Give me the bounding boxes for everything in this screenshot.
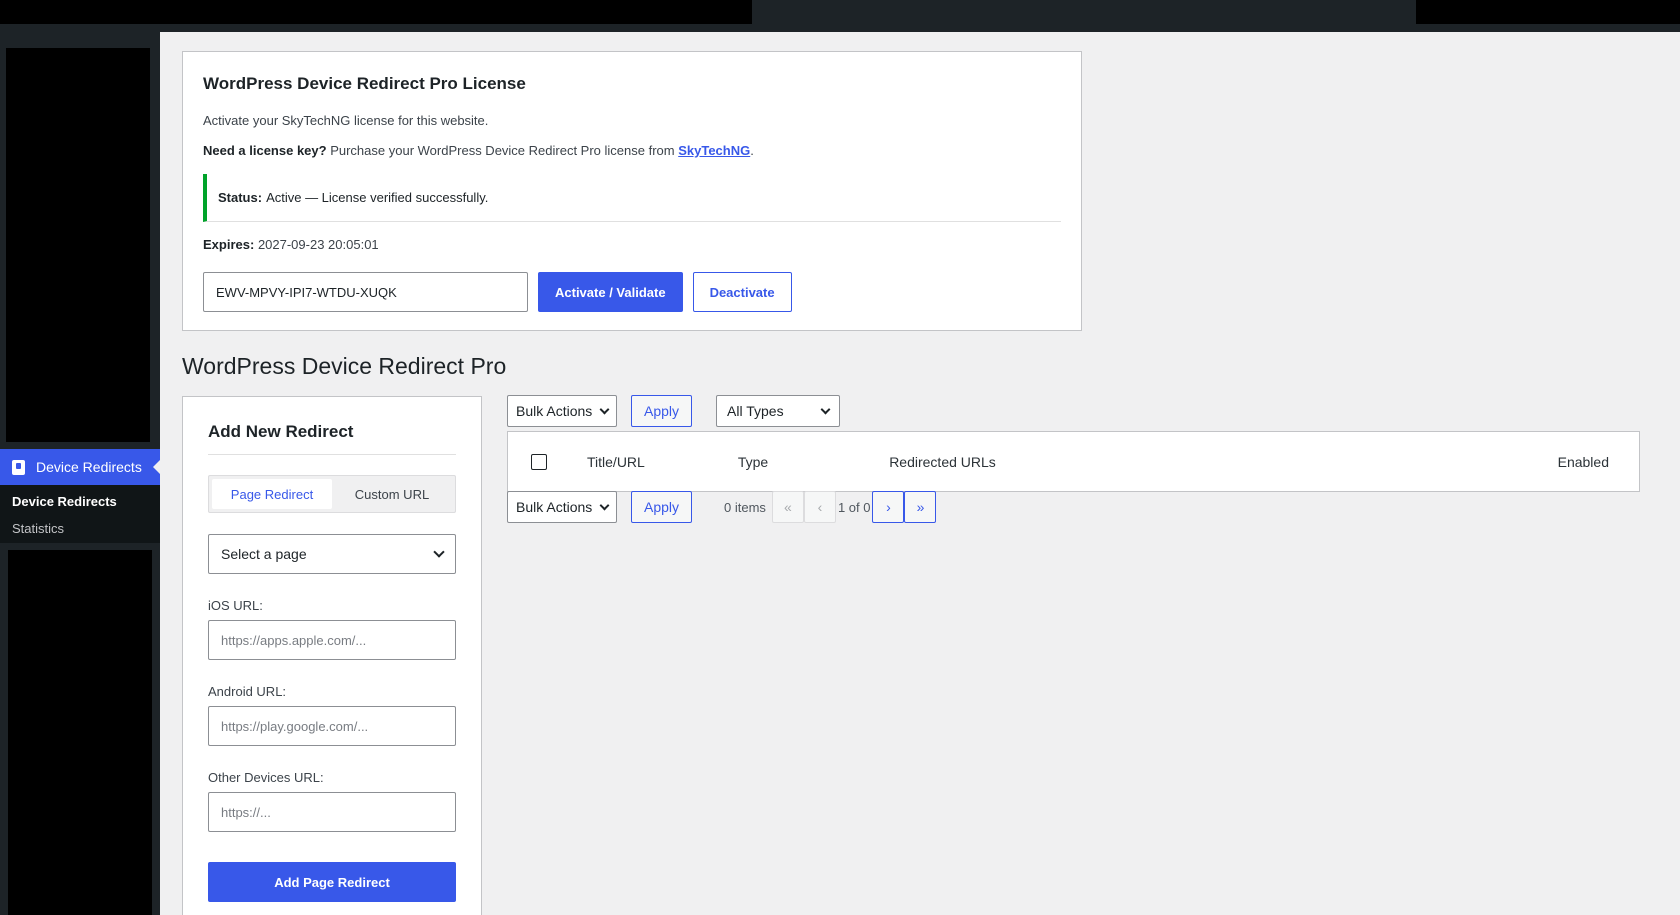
items-count: 0 items — [724, 499, 766, 515]
other-url-label: Other Devices URL: — [208, 770, 324, 785]
sidebar-item-device-redirects[interactable]: Device Redirects — [0, 449, 161, 485]
period: . — [750, 143, 754, 158]
license-intro: Activate your SkyTechNG license for this… — [203, 113, 489, 128]
android-url-label: Android URL: — [208, 684, 287, 699]
select-all-checkbox[interactable] — [531, 453, 547, 470]
prev-page-button: ‹ — [803, 491, 836, 523]
skytechng-link[interactable]: SkyTechNG — [678, 143, 750, 158]
sidebar-submenu: Device Redirects Statistics — [0, 485, 160, 543]
phone-icon — [12, 459, 25, 475]
column-title-url[interactable]: Title/URL — [587, 454, 645, 470]
license-title: WordPress Device Redirect Pro License — [203, 74, 526, 93]
expires-label: Expires: — [203, 237, 255, 252]
chevron-down-icon — [599, 500, 610, 510]
license-purchase-text: Need a license key? Purchase your WordPr… — [203, 143, 1061, 158]
bulk-actions-value: Bulk Actions — [516, 499, 593, 515]
redirects-table-header: Title/URL Type Redirected URLs Enabled — [507, 431, 1640, 492]
admin-bar-redacted-left — [0, 0, 752, 24]
bulk-actions-select-bottom[interactable]: Bulk Actions — [507, 491, 617, 523]
admin-bar-redacted-right — [1416, 0, 1680, 24]
tab-page-redirect[interactable]: Page Redirect — [212, 479, 332, 509]
ios-url-label: iOS URL: — [208, 598, 263, 613]
page-info: 1 of 0 — [837, 499, 871, 515]
page-select-value: Select a page — [221, 546, 307, 562]
type-filter-select[interactable]: All Types — [716, 395, 841, 427]
tablenav-bottom: Bulk Actions Apply 0 items « ‹ 1 of 0 › … — [507, 491, 937, 523]
submenu-item-device-redirects[interactable]: Device Redirects — [0, 488, 160, 515]
ios-url-input[interactable]: https://apps.apple.com/... — [208, 620, 456, 660]
chevron-down-icon — [433, 546, 445, 558]
license-card: WordPress Device Redirect Pro License Ac… — [182, 51, 1082, 331]
chevron-down-icon — [599, 404, 610, 414]
last-page-button[interactable]: » — [904, 491, 937, 523]
status-notice: Status: Active — License verified succes… — [203, 174, 1061, 222]
page-select[interactable]: Select a page — [208, 534, 456, 574]
expires-line: Expires: 2027-09-23 20:05:01 — [203, 237, 1061, 252]
add-page-redirect-button[interactable]: Add Page Redirect — [208, 862, 456, 902]
need-key-text: Purchase your WordPress Device Redirect … — [330, 143, 675, 158]
first-page-button: « — [771, 491, 804, 523]
license-key-row: Activate / Validate Deactivate — [203, 272, 792, 312]
column-type: Type — [737, 453, 769, 470]
expires-value: 2027-09-23 20:05:01 — [257, 237, 379, 252]
bulk-actions-select[interactable]: Bulk Actions — [507, 395, 617, 427]
apply-button-bottom[interactable]: Apply — [631, 491, 693, 523]
status-text: Active — License verified successfully. — [266, 190, 489, 205]
bulk-actions-value: Bulk Actions — [516, 403, 593, 419]
sidebar-redacted-top — [6, 48, 150, 442]
license-key-input[interactable] — [203, 272, 528, 312]
active-indicator-arrow — [153, 459, 161, 475]
admin-bar — [0, 0, 1680, 32]
redirect-type-toggle: Page Redirect Custom URL — [208, 475, 456, 513]
column-enabled: Enabled — [1557, 453, 1609, 470]
next-page-button[interactable]: › — [872, 491, 905, 523]
other-url-input[interactable]: https://... — [208, 792, 456, 832]
page-title: WordPress Device Redirect Pro — [182, 353, 507, 379]
sidebar-redacted-bottom — [8, 550, 152, 915]
add-redirect-title: Add New Redirect — [208, 422, 456, 455]
activate-button[interactable]: Activate / Validate — [538, 272, 683, 312]
deactivate-button[interactable]: Deactivate — [692, 272, 792, 312]
android-url-input[interactable]: https://play.google.com/... — [208, 706, 456, 746]
tab-custom-url[interactable]: Custom URL — [332, 479, 452, 509]
type-filter-value: All Types — [727, 403, 784, 419]
admin-sidebar: Device Redirects Device Redirects Statis… — [0, 32, 161, 915]
status-label: Status: — [218, 190, 263, 205]
tablenav-top: Bulk Actions Apply All Types — [507, 395, 841, 427]
chevron-down-icon — [820, 404, 831, 414]
add-redirect-card: Add New Redirect Page Redirect Custom UR… — [182, 396, 482, 915]
sidebar-item-label: Device Redirects — [36, 459, 142, 475]
apply-button[interactable]: Apply — [631, 395, 693, 427]
submenu-item-statistics[interactable]: Statistics — [0, 515, 160, 542]
need-key-label: Need a license key? — [203, 143, 327, 158]
column-redirected-urls: Redirected URLs — [889, 453, 996, 470]
